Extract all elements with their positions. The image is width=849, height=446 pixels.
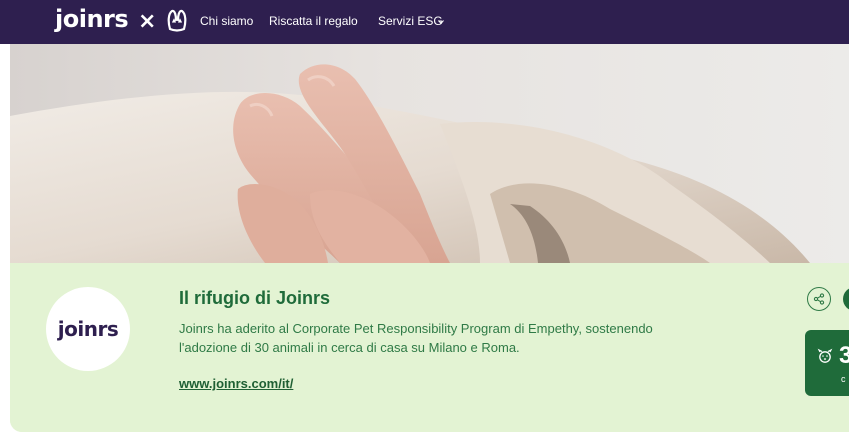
stat-value: 3 <box>839 342 849 369</box>
description-text: Joinrs ha aderito al Corporate Pet Respo… <box>179 321 653 355</box>
share-button[interactable] <box>807 287 831 311</box>
rabbit-ears-logo-icon[interactable] <box>165 8 189 32</box>
avatar[interactable]: joinrs <box>46 287 130 371</box>
chevron-down-icon[interactable] <box>438 19 444 25</box>
page-title: Il rifugio di Joinrs <box>179 288 331 308</box>
adopted-animals-stat: 3 c <box>805 330 849 396</box>
nav-link-servizi-esg[interactable]: Servizi ESG <box>378 14 443 28</box>
top-navigation: joinrs × Chi siamo Riscatta il regalo Se… <box>0 0 849 44</box>
separator-x: × <box>138 9 157 34</box>
joinrs-logo[interactable]: joinrs <box>55 5 129 33</box>
share-icon <box>813 293 825 305</box>
hero-image-hand-and-paw <box>10 44 849 263</box>
website-link[interactable]: www.joinrs.com/it/ <box>179 376 293 391</box>
action-button[interactable] <box>843 287 849 311</box>
shelter-card: joinrs Il rifugio di Joinrs Joinrs ha ad… <box>10 44 849 432</box>
stat-label: c <box>841 374 846 384</box>
dog-face-icon <box>817 348 833 363</box>
profile-info-panel: joinrs Il rifugio di Joinrs Joinrs ha ad… <box>10 263 849 432</box>
nav-link-riscatta-regalo[interactable]: Riscatta il regalo <box>269 14 358 28</box>
avatar-logo-text: joinrs <box>57 317 119 341</box>
nav-link-chi-siamo[interactable]: Chi siamo <box>200 14 253 28</box>
